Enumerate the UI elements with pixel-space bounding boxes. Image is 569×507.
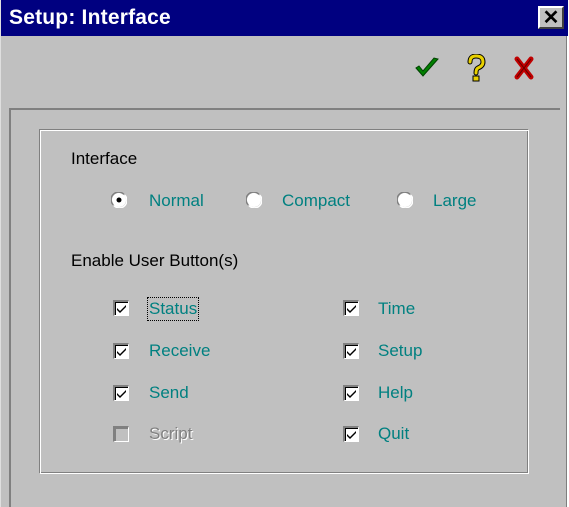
window-title: Setup: Interface	[9, 6, 171, 29]
radio-large[interactable]	[397, 192, 413, 208]
checkbox-script	[113, 426, 129, 442]
checkbox-help-label[interactable]: Help	[378, 383, 413, 403]
checkbox-status-label[interactable]: Status	[146, 297, 200, 321]
help-button[interactable]	[458, 50, 494, 86]
checkbox-quit-label[interactable]: Quit	[378, 424, 409, 444]
checkbox-status[interactable]	[113, 300, 129, 316]
checkmark-icon	[117, 348, 126, 356]
radio-large-label[interactable]: Large	[433, 191, 476, 211]
checkmark-icon	[117, 305, 126, 313]
checkbox-send-label[interactable]: Send	[149, 383, 189, 403]
radio-compact-label[interactable]: Compact	[282, 191, 350, 211]
cancel-icon	[514, 56, 534, 80]
checkbox-send[interactable]	[113, 385, 129, 401]
checkmark-icon	[117, 390, 126, 398]
checkmark-icon	[347, 431, 356, 439]
help-icon	[467, 54, 486, 82]
radio-normal-label[interactable]: Normal	[149, 191, 204, 211]
checkbox-receive[interactable]	[113, 343, 129, 359]
check-icon	[415, 57, 439, 77]
checkmark-icon	[347, 305, 356, 313]
title-bar[interactable]: Setup: Interface ✕	[1, 0, 568, 36]
checkbox-setup-label[interactable]: Setup	[378, 341, 422, 361]
setup-window: Setup: Interface ✕ Interface Normal Comp…	[0, 0, 568, 507]
checkbox-time-label[interactable]: Time	[378, 299, 415, 319]
checkmark-icon	[347, 390, 356, 398]
checkbox-receive-label[interactable]: Receive	[149, 341, 210, 361]
checkmark-icon	[347, 348, 356, 356]
interface-heading: Interface	[71, 149, 138, 168]
checkbox-time[interactable]	[343, 300, 359, 316]
close-icon: ✕	[542, 6, 560, 29]
radio-normal[interactable]	[111, 192, 127, 208]
radio-compact[interactable]	[246, 192, 262, 208]
checkbox-quit[interactable]	[343, 426, 359, 442]
checkbox-script-label: Script	[149, 424, 193, 443]
user-buttons-heading: Enable User Button(s)	[71, 251, 239, 270]
checkbox-setup[interactable]	[343, 343, 359, 359]
ok-button[interactable]	[409, 50, 445, 86]
cancel-button[interactable]	[506, 50, 542, 86]
close-button[interactable]: ✕	[538, 6, 564, 29]
checkbox-help[interactable]	[343, 385, 359, 401]
